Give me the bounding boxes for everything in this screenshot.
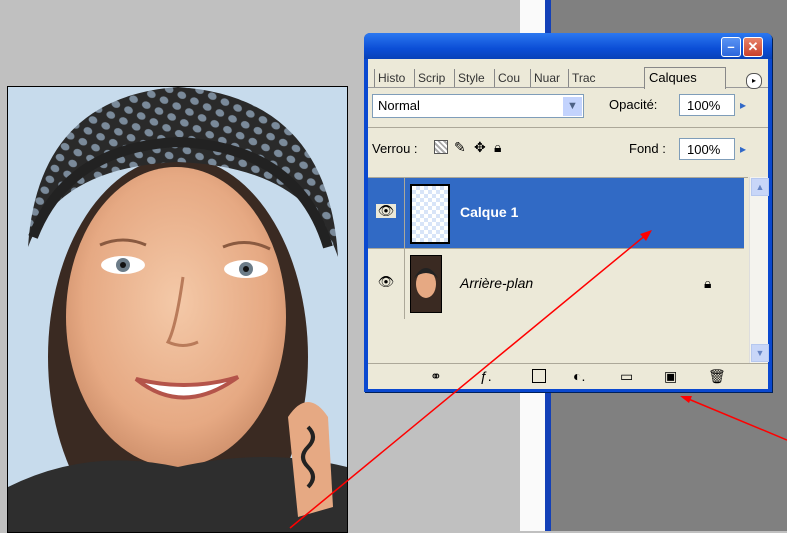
annotation-arrows [289,230,787,529]
arrow-to-layer [289,233,648,529]
arrowhead-layer [640,230,652,241]
arrowhead-toolbar [680,396,692,403]
arrow-to-toolbar [685,397,787,441]
